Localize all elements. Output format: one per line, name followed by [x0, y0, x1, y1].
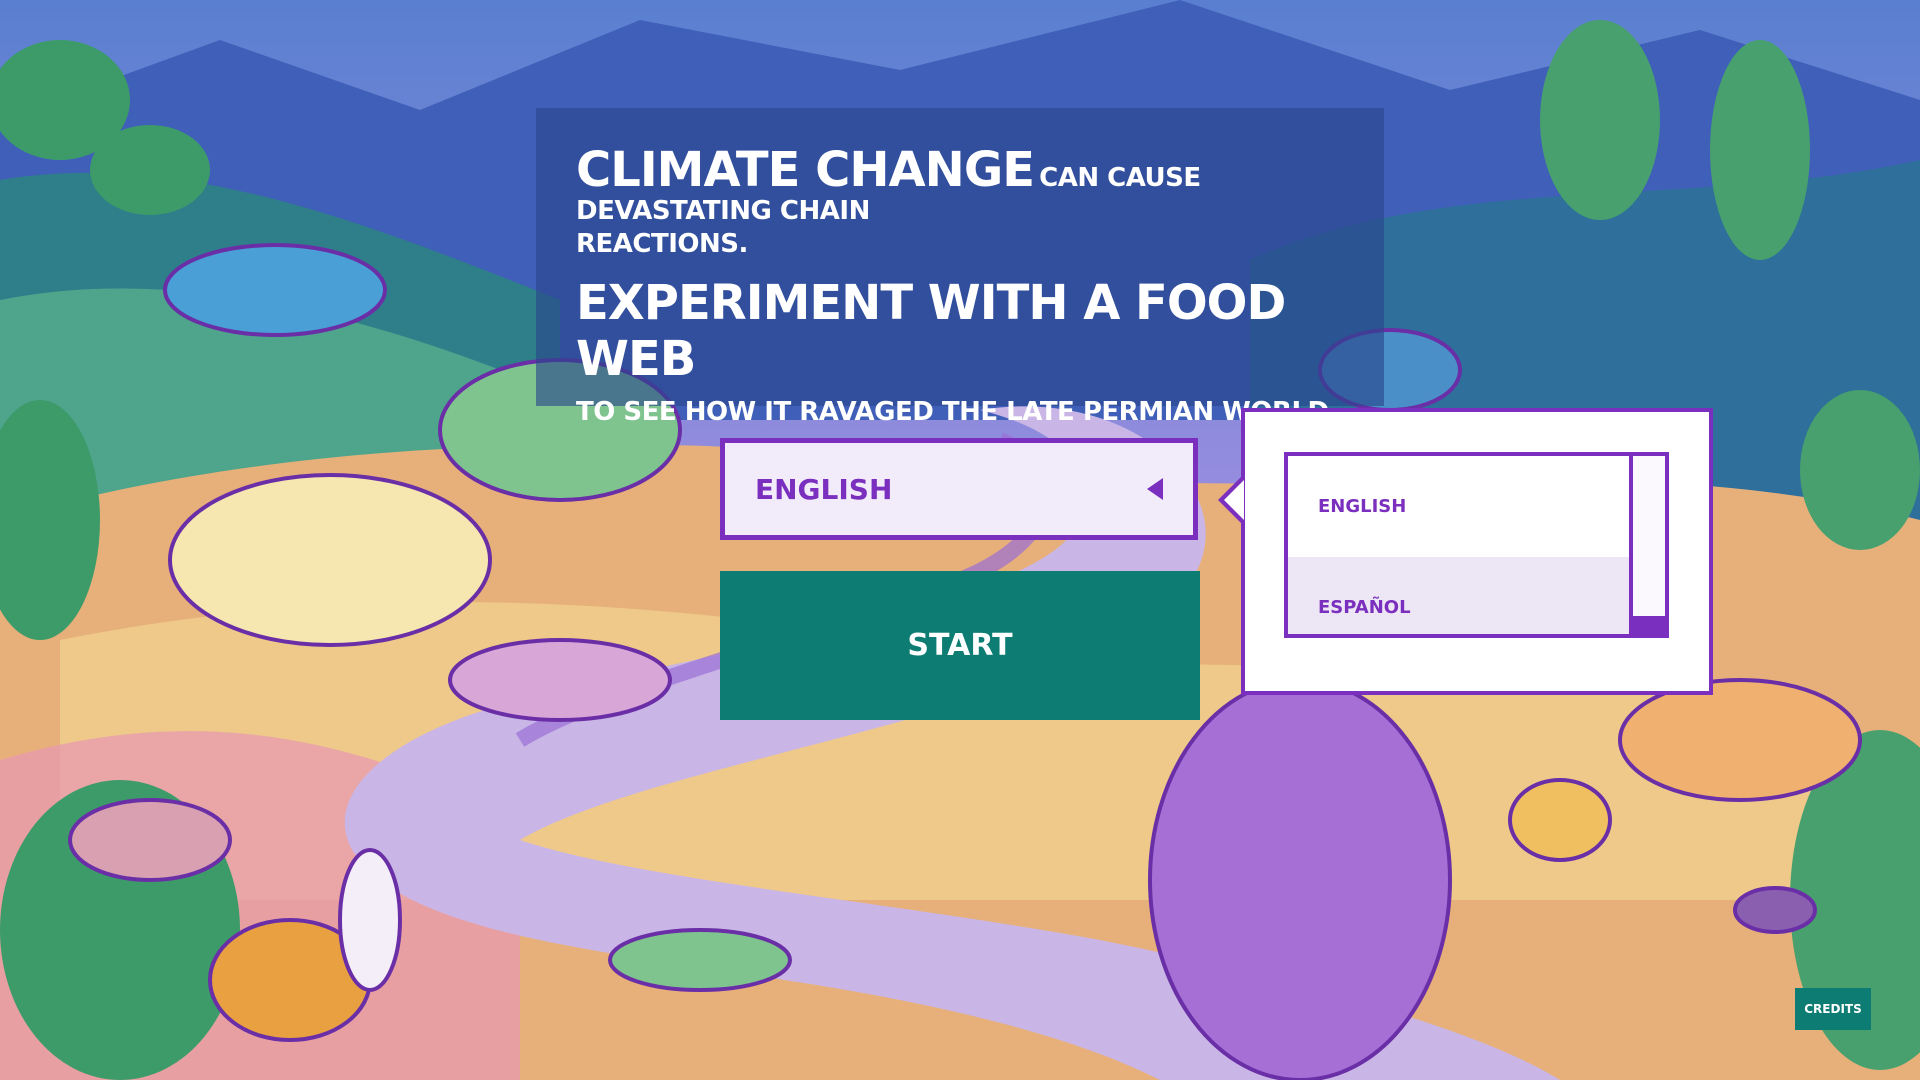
- language-option-espanol[interactable]: ESPAÑOL: [1288, 557, 1629, 634]
- language-select[interactable]: ENGLISH: [720, 438, 1198, 540]
- cream-beast: [168, 473, 492, 647]
- purple-amphibian: [1148, 678, 1452, 1080]
- language-select-value: ENGLISH: [755, 472, 893, 506]
- orange-beast-right: [1618, 678, 1862, 802]
- small-creatures-right: [1508, 778, 1612, 862]
- options-scrollbar[interactable]: [1629, 456, 1665, 634]
- lizard-center: [448, 638, 672, 722]
- intro-headline-food-web: EXPERIMENT WITH A FOOD WEB: [576, 275, 1286, 388]
- green-salamander: [608, 928, 792, 992]
- language-options-list: ENGLISH ESPAÑOL: [1284, 452, 1669, 638]
- intro-panel: CLIMATE CHANGE CAN CAUSE DEVASTATING CHA…: [536, 108, 1384, 427]
- scrollbar-thumb[interactable]: [1633, 616, 1665, 634]
- intro-headline-climate-change: CLIMATE CHANGE: [576, 142, 1035, 198]
- rock: [1733, 886, 1817, 934]
- intro-text-permian: TO SEE HOW IT RAVAGED THE LATE PERMIAN W…: [576, 397, 1339, 428]
- dragonfly: [338, 848, 402, 992]
- caret-left-icon: [1147, 478, 1163, 500]
- intro-text-reactions: REACTIONS.: [576, 229, 748, 260]
- language-option-english[interactable]: ENGLISH: [1288, 456, 1629, 557]
- blue-reptile: [163, 243, 387, 337]
- popover-arrow-fill: [1224, 480, 1244, 520]
- credits-button[interactable]: CREDITS: [1795, 988, 1871, 1030]
- small-lizard-left: [68, 798, 232, 882]
- start-button[interactable]: START: [720, 571, 1200, 720]
- intro-line1: CLIMATE CHANGE CAN CAUSE DEVASTATING CHA…: [576, 144, 1344, 225]
